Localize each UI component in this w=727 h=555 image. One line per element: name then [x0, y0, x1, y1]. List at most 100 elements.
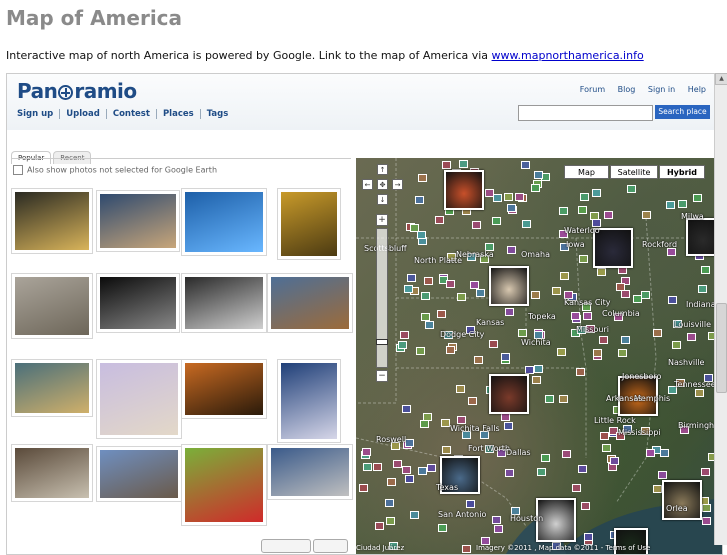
- photo-marker[interactable]: [571, 312, 580, 320]
- photo-marker[interactable]: [442, 446, 451, 454]
- sign-in-link[interactable]: Sign in: [648, 85, 675, 94]
- photo-thumbnail[interactable]: [11, 273, 93, 339]
- pan-right-icon[interactable]: →: [392, 179, 403, 190]
- photo-marker[interactable]: [402, 405, 411, 413]
- photo-marker[interactable]: [472, 221, 481, 229]
- photo-thumbnail[interactable]: [181, 359, 267, 419]
- photo-marker[interactable]: [572, 484, 581, 492]
- photo-marker[interactable]: [583, 312, 592, 320]
- photo-marker[interactable]: [668, 296, 677, 304]
- photo-marker[interactable]: [418, 174, 427, 182]
- map-type-hybrid[interactable]: Hybrid: [659, 165, 705, 179]
- photo-thumbnail[interactable]: [277, 188, 341, 260]
- photo-marker[interactable]: [386, 517, 395, 525]
- photo-marker[interactable]: [693, 194, 702, 202]
- nav-places[interactable]: Places: [155, 109, 200, 119]
- photo-marker[interactable]: [405, 439, 414, 447]
- photo-marker[interactable]: [667, 248, 676, 256]
- photo-marker[interactable]: [489, 340, 498, 348]
- photo-thumbnail[interactable]: [267, 273, 353, 333]
- photo-marker[interactable]: [515, 193, 524, 201]
- photo-marker[interactable]: [562, 450, 571, 458]
- photo-marker[interactable]: [541, 454, 550, 462]
- photo-marker[interactable]: [576, 368, 585, 376]
- photo-marker[interactable]: [407, 274, 416, 282]
- photo-marker[interactable]: [470, 281, 479, 289]
- photo-marker[interactable]: [602, 444, 611, 452]
- photo-marker[interactable]: [424, 277, 433, 285]
- photo-marker[interactable]: [459, 160, 468, 168]
- nav-upload[interactable]: Upload: [59, 109, 106, 119]
- zoom-slider-handle[interactable]: [376, 339, 388, 345]
- photo-marker[interactable]: [580, 193, 589, 201]
- photo-marker[interactable]: [532, 376, 541, 384]
- photo-thumbnail[interactable]: [96, 190, 180, 252]
- photo-marker[interactable]: [525, 366, 534, 374]
- photo-marker[interactable]: [457, 416, 466, 424]
- photo-marker[interactable]: [701, 266, 710, 274]
- pan-center-icon[interactable]: ✥: [377, 179, 388, 190]
- photo-marker[interactable]: [621, 336, 630, 344]
- photo-marker[interactable]: [627, 185, 636, 193]
- photo-marker[interactable]: [579, 255, 588, 263]
- photo-marker[interactable]: [557, 348, 566, 356]
- photo-marker[interactable]: [642, 211, 651, 219]
- photo-marker[interactable]: [387, 478, 396, 486]
- featured-photo-marker[interactable]: [662, 480, 702, 520]
- photo-marker[interactable]: [505, 308, 514, 316]
- pan-left-icon[interactable]: ←: [362, 179, 373, 190]
- photo-marker[interactable]: [468, 397, 477, 405]
- photo-marker[interactable]: [494, 525, 503, 533]
- photo-marker[interactable]: [362, 448, 371, 456]
- panoramio-logo[interactable]: Pan ramio: [17, 79, 137, 103]
- photo-marker[interactable]: [415, 196, 424, 204]
- forum-link[interactable]: Forum: [580, 85, 605, 94]
- photo-marker[interactable]: [405, 475, 414, 483]
- photo-marker[interactable]: [678, 200, 687, 208]
- nav-sign-up[interactable]: Sign up: [17, 109, 59, 119]
- featured-photo-marker[interactable]: [444, 170, 484, 210]
- photo-marker[interactable]: [493, 194, 502, 202]
- photo-thumbnail[interactable]: [96, 446, 182, 502]
- photo-marker[interactable]: [584, 533, 593, 541]
- google-earth-filter[interactable]: Also show photos not selected for Google…: [13, 165, 217, 175]
- photo-marker[interactable]: [653, 485, 662, 493]
- photo-marker[interactable]: [416, 347, 425, 355]
- photo-marker[interactable]: [646, 449, 655, 457]
- search-place-input[interactable]: [518, 105, 653, 121]
- photo-marker[interactable]: [427, 464, 436, 472]
- pan-up-icon[interactable]: ↑: [377, 164, 388, 175]
- photo-marker[interactable]: [559, 395, 568, 403]
- photo-thumbnail[interactable]: [181, 273, 267, 333]
- photo-marker[interactable]: [592, 189, 601, 197]
- photo-marker[interactable]: [507, 204, 516, 212]
- photo-marker[interactable]: [560, 272, 569, 280]
- photo-marker[interactable]: [492, 516, 501, 524]
- page-scrollbar[interactable]: ▲: [714, 73, 727, 545]
- map-type-satellite[interactable]: Satellite: [610, 165, 658, 179]
- photo-marker[interactable]: [618, 349, 627, 357]
- intro-link[interactable]: www.mapnorthamerica.info: [492, 49, 644, 62]
- photo-marker[interactable]: [474, 356, 483, 364]
- photo-thumbnail[interactable]: [181, 444, 267, 526]
- photo-marker[interactable]: [552, 287, 561, 295]
- photo-marker[interactable]: [658, 471, 667, 479]
- photo-marker[interactable]: [425, 321, 434, 329]
- photo-map[interactable]: Nebraska Omaha Kansas City Kansas Topeka Wich…: [356, 158, 722, 554]
- featured-photo-marker[interactable]: [489, 266, 529, 306]
- photo-marker[interactable]: [421, 313, 430, 321]
- photo-marker[interactable]: [393, 460, 402, 468]
- photo-marker[interactable]: [435, 216, 444, 224]
- photo-marker[interactable]: [559, 207, 568, 215]
- photo-marker[interactable]: [418, 467, 427, 475]
- photo-marker[interactable]: [446, 346, 455, 354]
- photo-marker[interactable]: [492, 217, 501, 225]
- photo-thumbnail[interactable]: [11, 359, 93, 417]
- photo-marker[interactable]: [521, 161, 530, 169]
- photo-thumbnail[interactable]: [267, 444, 353, 500]
- featured-photo-marker[interactable]: [489, 374, 529, 414]
- photo-marker[interactable]: [438, 524, 447, 532]
- scrollbar-thumb[interactable]: [716, 303, 727, 393]
- filter-checkbox[interactable]: [13, 165, 23, 175]
- photo-marker[interactable]: [687, 333, 696, 341]
